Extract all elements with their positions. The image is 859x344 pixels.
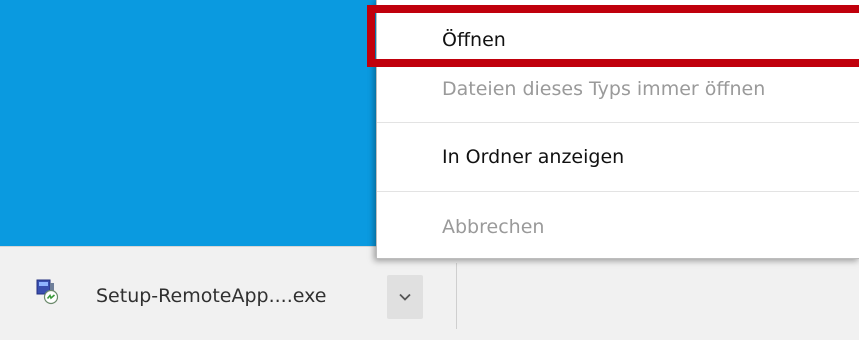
menu-item-always-open-type-label: Dateien dieses Typs immer öffnen [442, 78, 766, 100]
menu-item-cancel-label: Abbrechen [442, 216, 545, 238]
highlight-box [367, 5, 859, 67]
menu-divider [377, 122, 859, 123]
menu-item-always-open-type: Dateien dieses Typs immer öffnen [377, 66, 859, 120]
menu-item-cancel: Abbrechen [377, 196, 859, 258]
chevron-down-icon [399, 293, 411, 301]
download-menu-button[interactable] [387, 275, 423, 319]
download-bar-separator [456, 263, 457, 329]
installer-icon[interactable] [36, 279, 60, 305]
menu-item-show-in-folder[interactable]: In Ordner anzeigen [377, 126, 859, 188]
menu-item-show-in-folder-label: In Ordner anzeigen [442, 146, 625, 168]
menu-divider [377, 191, 859, 192]
download-file-name[interactable]: Setup-RemoteApp....exe [96, 285, 326, 307]
bottom-edge [0, 340, 859, 344]
